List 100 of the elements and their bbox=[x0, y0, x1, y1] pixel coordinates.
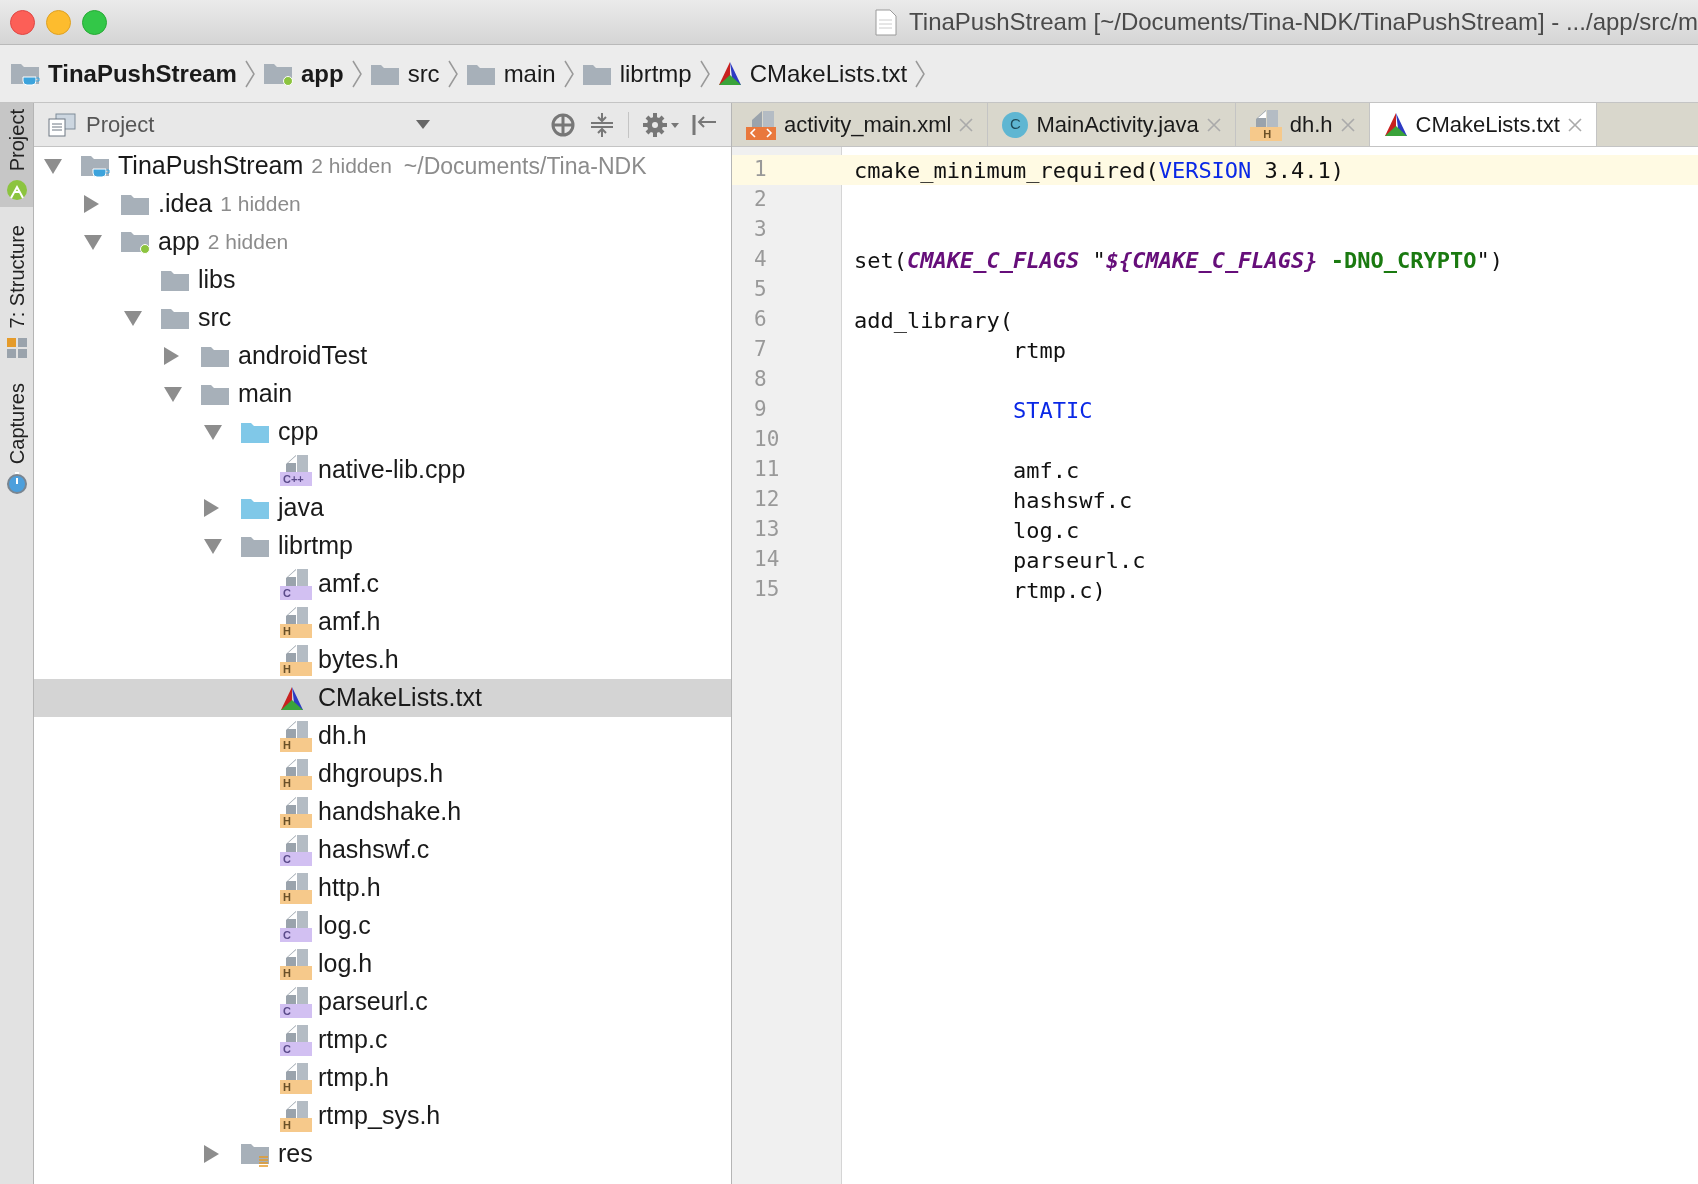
line-number: 13 bbox=[753, 516, 781, 544]
line-number: 1 bbox=[753, 156, 768, 184]
code-line: cmake_minimum_required(VERSION 3.4.1) bbox=[853, 156, 1345, 185]
collapse-all-icon[interactable] bbox=[590, 111, 614, 138]
settings-icon[interactable] bbox=[643, 111, 679, 138]
tree-item[interactable]: C amf.c bbox=[34, 565, 731, 603]
project-view-icon bbox=[48, 112, 76, 137]
tree-item[interactable]: TinaPushStream 2 hidden ~/Documents/Tina-NDK bbox=[34, 147, 731, 185]
editor-tab[interactable]: CMakeLists.txt bbox=[1369, 103, 1597, 146]
line-number: 11 bbox=[753, 456, 781, 484]
structure-tool-icon bbox=[5, 336, 28, 359]
dropdown-caret-icon[interactable] bbox=[416, 120, 430, 129]
tree-item[interactable]: androidTest bbox=[34, 337, 731, 375]
breadcrumb-item[interactable]: librtmp bbox=[581, 55, 692, 92]
line-number: 15 bbox=[753, 576, 781, 604]
collapsed-arrow-icon[interactable] bbox=[204, 1145, 219, 1163]
folder-icon bbox=[160, 268, 190, 292]
cmake-triangle-icon bbox=[280, 685, 304, 711]
folder-icon bbox=[200, 382, 230, 406]
breadcrumb-item[interactable]: src bbox=[369, 55, 440, 92]
tree-item[interactable]: app 2 hidden bbox=[34, 223, 731, 261]
folder-icon bbox=[240, 420, 270, 444]
tool-window-tab[interactable]: Captures bbox=[0, 376, 33, 500]
folder-icon bbox=[160, 306, 190, 330]
hidden-count: 1 hidden bbox=[220, 191, 301, 218]
code-line: rtmp bbox=[1011, 336, 1066, 365]
tree-item[interactable]: .idea 1 hidden bbox=[34, 185, 731, 223]
breadcrumb-item[interactable]: CMakeLists.txt bbox=[717, 55, 908, 92]
tree-item[interactable]: C++ native-lib.cpp bbox=[34, 451, 731, 489]
folder-icon bbox=[120, 192, 150, 216]
chevron-icon bbox=[244, 59, 255, 88]
close-window-icon[interactable] bbox=[10, 9, 35, 35]
zoom-window-icon[interactable] bbox=[82, 9, 107, 35]
chevron-icon bbox=[351, 59, 362, 88]
tree-item[interactable]: C log.c bbox=[34, 907, 731, 945]
tool-window-tab[interactable]: 7: Structure bbox=[0, 219, 33, 365]
expanded-arrow-icon[interactable] bbox=[84, 234, 102, 250]
panel-title: Project bbox=[86, 111, 155, 139]
layout-file-icon bbox=[746, 109, 776, 140]
line-number: 10 bbox=[753, 426, 781, 454]
tree-item[interactable]: src bbox=[34, 299, 731, 337]
tree-item[interactable]: H handshake.h bbox=[34, 793, 731, 831]
locate-icon[interactable] bbox=[550, 111, 576, 138]
tree-item[interactable]: java bbox=[34, 489, 731, 527]
collapsed-arrow-icon[interactable] bbox=[84, 195, 99, 213]
breadcrumb-item[interactable]: app bbox=[262, 55, 344, 92]
cmake-triangle-icon bbox=[1383, 112, 1408, 137]
tree-item[interactable]: C hashswf.c bbox=[34, 831, 731, 869]
line-number: 3 bbox=[753, 216, 768, 244]
window-title: TinaPushStream [~/Documents/Tina-NDK/TinaPushStream] - .../app/src/m bbox=[909, 7, 1698, 37]
collapsed-arrow-icon[interactable] bbox=[164, 347, 179, 365]
folder-icon bbox=[200, 344, 230, 368]
code-line: rtmp.c) bbox=[1011, 576, 1106, 605]
chevron-icon bbox=[915, 59, 926, 88]
tree-item[interactable]: C rtmp.c bbox=[34, 1021, 731, 1059]
expanded-arrow-icon[interactable] bbox=[124, 310, 142, 326]
tree-item[interactable]: H rtmp.h bbox=[34, 1059, 731, 1097]
breadcrumb-item[interactable]: main bbox=[465, 55, 556, 92]
code-line: amf.c bbox=[1011, 456, 1080, 485]
breadcrumb-item[interactable]: TinaPushStream bbox=[10, 55, 237, 92]
code-line: parseurl.c bbox=[1011, 546, 1146, 575]
expanded-arrow-icon[interactable] bbox=[204, 424, 222, 440]
tree-item[interactable]: H amf.h bbox=[34, 603, 731, 641]
class-icon: C bbox=[1002, 111, 1029, 138]
collapsed-arrow-icon[interactable] bbox=[204, 499, 219, 517]
tree-item[interactable]: H dh.h bbox=[34, 717, 731, 755]
tree-item[interactable]: res bbox=[34, 1135, 731, 1173]
project-path: ~/Documents/Tina-NDK bbox=[403, 151, 647, 181]
code-line: add_library( bbox=[853, 306, 1013, 335]
expanded-arrow-icon[interactable] bbox=[44, 158, 62, 174]
chevron-icon bbox=[447, 59, 458, 88]
code-line: STATIC bbox=[1011, 396, 1093, 425]
expanded-arrow-icon[interactable] bbox=[204, 538, 222, 554]
tree-item[interactable]: H dhgroups.h bbox=[34, 755, 731, 793]
expanded-arrow-icon[interactable] bbox=[164, 386, 182, 402]
tree-item[interactable]: C parseurl.c bbox=[34, 983, 731, 1021]
code-line: hashswf.c bbox=[1011, 486, 1133, 515]
line-number: 6 bbox=[753, 306, 768, 334]
chevron-icon bbox=[699, 59, 710, 88]
minimize-window-icon[interactable] bbox=[46, 9, 71, 35]
line-number: 12 bbox=[753, 486, 781, 514]
tree-item[interactable]: librtmp bbox=[34, 527, 731, 565]
tree-item[interactable]: main bbox=[34, 375, 731, 413]
tree-item[interactable]: H http.h bbox=[34, 869, 731, 907]
line-number: 8 bbox=[753, 366, 768, 394]
code-line: set(CMAKE_C_FLAGS "${CMAKE_C_FLAGS} -DNO_CRYPTO") bbox=[853, 246, 1504, 275]
tree-item[interactable]: H bytes.h bbox=[34, 641, 731, 679]
tool-window-tab[interactable]: Project bbox=[0, 103, 33, 208]
folder-icon bbox=[240, 534, 270, 558]
close-icon[interactable] bbox=[1567, 117, 1582, 132]
hidden-count: 2 hidden bbox=[311, 153, 392, 180]
tree-item[interactable]: cpp bbox=[34, 413, 731, 451]
tree-item[interactable]: libs bbox=[34, 261, 731, 299]
tree-item[interactable]: H log.h bbox=[34, 945, 731, 983]
line-number: 5 bbox=[753, 276, 768, 304]
tree-item[interactable]: CMakeLists.txt bbox=[34, 679, 731, 717]
line-number: 4 bbox=[753, 246, 768, 274]
tree-item[interactable]: H rtmp_sys.h bbox=[34, 1097, 731, 1135]
module-folder-icon bbox=[120, 229, 150, 255]
line-number: 14 bbox=[753, 546, 781, 574]
